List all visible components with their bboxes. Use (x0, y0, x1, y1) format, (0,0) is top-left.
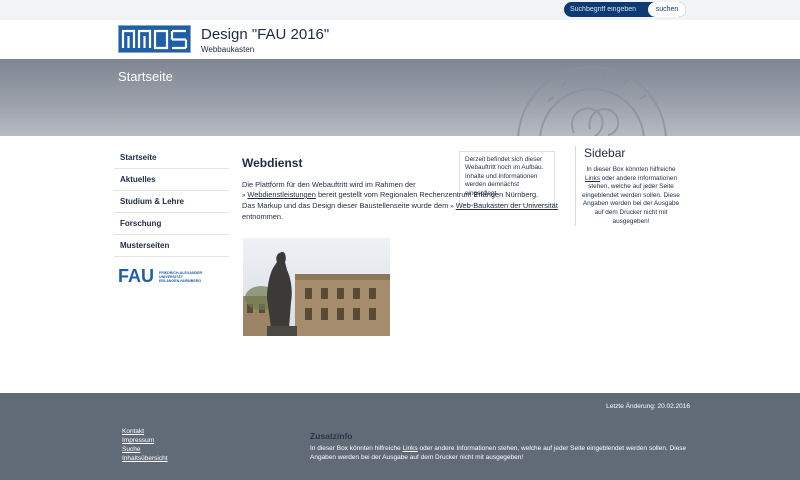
footer-link-impressum[interactable]: Impressum (122, 436, 168, 445)
sidebar-text-pre: In dieser Box könnten hilfreiche (586, 166, 676, 173)
sidebar-links-link[interactable]: Links (585, 175, 600, 182)
content-text: Die Plattform für den Webauftritt wird i… (242, 180, 572, 222)
content-text-intro: Die Plattform für den Webauftritt wird i… (242, 180, 416, 189)
web-baukasten-link[interactable]: Web-Baukasten der Universität (456, 201, 558, 210)
search-box: suchen (564, 2, 686, 17)
extra-info-title: Zusatzinfo (310, 431, 353, 441)
footer-links: Kontakt Impressum Suche Inhaltsübersicht (122, 427, 168, 463)
content-text-rest: bereit gestellt vom Regionalen Rechenzen… (315, 190, 539, 199)
sidebar-title: Sidebar (584, 146, 626, 160)
nav-item-aktuelles[interactable]: Aktuelles (114, 169, 229, 191)
content-text-end: entnommen. (242, 212, 284, 221)
nav-item-forschung[interactable]: Forschung (114, 213, 229, 235)
extra-info-text: In dieser Box könnten hilfreiche Links o… (310, 444, 700, 462)
link-arrow-icon: » (450, 204, 454, 210)
webdienstleistungen-link[interactable]: Webdienstleistungen (247, 190, 315, 199)
main-navigation: Startseite Aktuelles Studium & Lehre For… (114, 147, 229, 257)
logo-mark-icon (119, 26, 190, 52)
top-bar: suchen (0, 0, 800, 20)
nav-item-startseite[interactable]: Startseite (114, 147, 229, 169)
content-title: Webdienst (242, 156, 303, 170)
page-title: Startseite (118, 69, 173, 84)
svg-text:ERLANGEN-NÜRNBERG: ERLANGEN-NÜRNBERG (159, 278, 201, 283)
nav-item-musterseiten[interactable]: Musterseiten (114, 235, 229, 257)
content-text-markup: Das Markup und das Design dieser Baustel… (242, 201, 451, 210)
site-title: Design "FAU 2016" (201, 26, 330, 43)
footer-link-inhaltsuebersicht[interactable]: Inhaltsübersicht (122, 454, 168, 463)
statue-photo (243, 238, 390, 336)
nav-item-studium-lehre[interactable]: Studium & Lehre (114, 191, 229, 213)
hero-banner: Startseite (0, 59, 800, 136)
sidebar-divider (575, 146, 576, 226)
extra-info-links-link[interactable]: Links (403, 445, 418, 452)
rrze-logo[interactable] (118, 25, 191, 53)
site-subtitle: Webbaukasten (201, 45, 255, 54)
university-seal-icon (517, 66, 667, 136)
fau-logo-icon: FAU FRIEDRICH-ALEXANDER UNIVERSITÄT ERLA… (118, 266, 203, 286)
search-button[interactable]: suchen (648, 2, 686, 17)
link-arrow-icon: » (242, 193, 246, 199)
footer-link-suche[interactable]: Suche (122, 445, 168, 454)
site-footer: Letzte Änderung: 20.02.2016 Kontakt Impr… (0, 393, 800, 480)
fau-logo[interactable]: FAU FRIEDRICH-ALEXANDER UNIVERSITÄT ERLA… (118, 266, 208, 291)
footer-link-kontakt[interactable]: Kontakt (122, 427, 168, 436)
sidebar-text: In dieser Box könnten hilfreiche Links o… (580, 166, 682, 226)
sidebar-text-post: oder andere Informationen stehen, welche… (582, 174, 680, 225)
extra-info-pre: In dieser Box könnten hilfreiche (310, 445, 403, 452)
last-change-date: Letzte Änderung: 20.02.2016 (606, 403, 690, 410)
site-header: Design "FAU 2016" Webbaukasten (0, 20, 800, 59)
svg-text:FAU: FAU (118, 266, 154, 286)
statue-image (243, 238, 390, 336)
